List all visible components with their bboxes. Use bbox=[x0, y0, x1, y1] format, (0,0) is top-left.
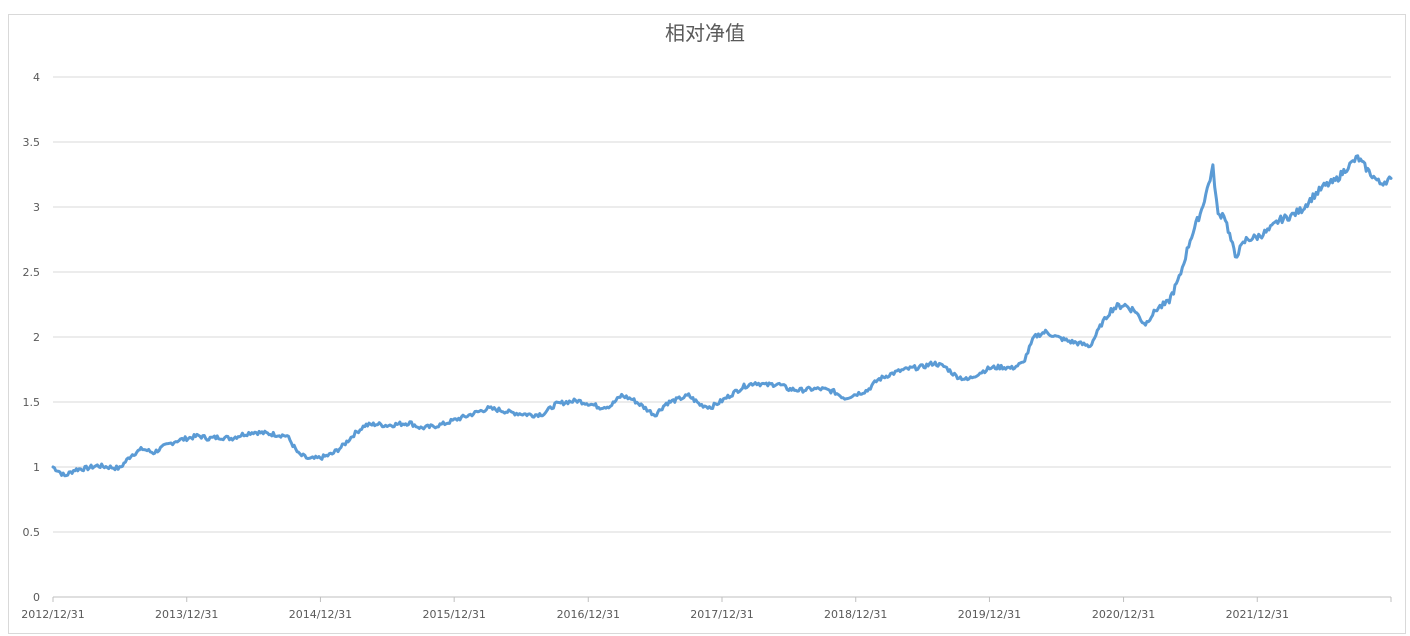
x-tick-label: 2019/12/31 bbox=[958, 608, 1021, 621]
y-tick-label: 3.5 bbox=[23, 136, 41, 149]
series-line bbox=[51, 154, 1393, 478]
y-tick-label: 2 bbox=[33, 331, 40, 344]
gridlines bbox=[53, 76, 1391, 533]
x-tick-label: 2016/12/31 bbox=[557, 608, 620, 621]
x-tick-label: 2012/12/31 bbox=[21, 608, 84, 621]
x-tick-label: 2014/12/31 bbox=[289, 608, 352, 621]
y-tick-label: 1 bbox=[33, 461, 40, 474]
y-tick-label: 1.5 bbox=[23, 396, 41, 409]
x-tick-label: 2021/12/31 bbox=[1226, 608, 1289, 621]
y-tick-label: 3 bbox=[33, 201, 40, 214]
y-tick-label: 2.5 bbox=[23, 266, 41, 279]
series-layer bbox=[51, 154, 1393, 478]
x-tick-label: 2020/12/31 bbox=[1092, 608, 1155, 621]
x-tick-label: 2013/12/31 bbox=[155, 608, 218, 621]
x-tick-label: 2018/12/31 bbox=[824, 608, 887, 621]
line-chart: 0 0.5 1 1.5 2 2.5 3 3.5 4 2012/12/31 2013/12/31 201… bbox=[21, 71, 1393, 621]
x-tick-label: 2017/12/31 bbox=[690, 608, 753, 621]
y-tick-label: 0.5 bbox=[23, 526, 41, 539]
y-tick-label: 4 bbox=[33, 71, 40, 84]
y-tick-label: 0 bbox=[33, 591, 40, 604]
axes: 0 0.5 1 1.5 2 2.5 3 3.5 4 2012/12/31 2013/12/31 201… bbox=[21, 71, 1392, 621]
x-tick-label: 2015/12/31 bbox=[422, 608, 485, 621]
